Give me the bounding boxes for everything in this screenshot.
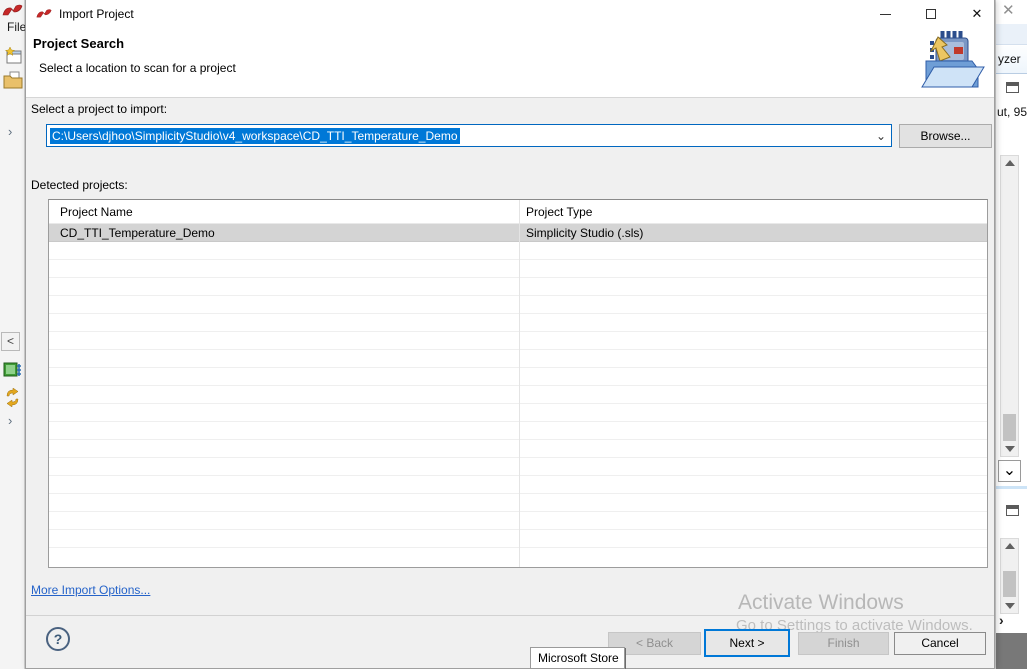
refresh-arrows-icon[interactable]	[4, 388, 21, 407]
toolbar-band	[996, 24, 1027, 45]
empty-table-row	[49, 260, 987, 278]
vertical-scrollbar[interactable]	[1000, 155, 1019, 457]
import-path-label: Select a project to import:	[31, 102, 167, 116]
next-button[interactable]: Next >	[704, 629, 790, 657]
scroll-up-icon[interactable]	[1005, 160, 1015, 166]
panel-separator	[996, 486, 1027, 489]
activate-windows-watermark: Activate Windows	[738, 591, 904, 615]
empty-table-row	[49, 404, 987, 422]
empty-table-row	[49, 368, 987, 386]
column-header-project-name[interactable]: Project Name	[49, 200, 519, 223]
dialog-app-icon	[36, 8, 52, 21]
close-button[interactable]: ✕	[954, 0, 1000, 28]
dialog-titlebar[interactable]: Import Project ✕	[26, 0, 994, 28]
projects-table-body: CD_TTI_Temperature_DemoSimplicity Studio…	[49, 224, 987, 548]
page-title: Project Search	[33, 36, 124, 51]
import-project-dialog: Import Project ✕ Project Search Select a…	[25, 0, 995, 669]
collapse-right-icon[interactable]: ›	[8, 124, 12, 139]
screen: File › < › ✕ yzer ut, 954	[0, 0, 1027, 669]
device-chip-icon[interactable]	[3, 360, 22, 381]
minimize-button[interactable]	[862, 0, 908, 28]
background-app-left-panel: File › < ›	[0, 0, 25, 669]
maximize-button[interactable]	[908, 0, 954, 28]
maximize-icon	[926, 9, 936, 19]
app-logo-icon	[2, 3, 23, 20]
collapse-right-icon[interactable]: ›	[8, 413, 12, 428]
minimize-icon	[880, 14, 891, 15]
project-name-cell[interactable]: CD_TTI_Temperature_Demo	[49, 224, 519, 241]
background-app-right-panel: ✕ yzer ut, 954 ⌄ ›	[995, 0, 1027, 669]
scroll-down-icon[interactable]	[1005, 446, 1015, 452]
expand-right-icon[interactable]: ›	[999, 612, 1004, 628]
microsoft-store-tooltip: Microsoft Store	[530, 647, 625, 669]
empty-table-row	[49, 242, 987, 260]
vertical-scrollbar[interactable]	[1000, 538, 1019, 614]
table-row[interactable]: CD_TTI_Temperature_DemoSimplicity Studio…	[49, 224, 987, 242]
browse-button[interactable]: Browse...	[899, 124, 992, 148]
empty-table-row	[49, 332, 987, 350]
help-button[interactable]: ?	[46, 627, 70, 651]
chevron-down-icon[interactable]: ⌄	[871, 129, 891, 143]
empty-table-row	[49, 350, 987, 368]
import-project-icon	[914, 31, 988, 95]
file-menu[interactable]: File	[7, 20, 26, 34]
button-bar-separator	[26, 615, 994, 616]
more-import-options-link[interactable]: More Import Options...	[31, 583, 150, 597]
scroll-thumb[interactable]	[1003, 414, 1016, 441]
bottom-panel-block	[996, 633, 1027, 669]
empty-table-row	[49, 422, 987, 440]
status-text-fragment: ut, 954	[997, 105, 1027, 119]
minimize-view-icon[interactable]	[1006, 82, 1019, 93]
dialog-title: Import Project	[59, 7, 134, 21]
new-window-icon[interactable]	[5, 47, 23, 64]
scroll-down-icon[interactable]	[1005, 603, 1015, 609]
detected-projects-table[interactable]: Project Name Project Type CD_TTI_Tempera…	[48, 199, 988, 568]
app-close-icon[interactable]: ✕	[1002, 1, 1015, 19]
empty-table-row	[49, 386, 987, 404]
empty-table-row	[49, 512, 987, 530]
cancel-button[interactable]: Cancel	[894, 632, 986, 655]
empty-table-row	[49, 278, 987, 296]
empty-table-row	[49, 494, 987, 512]
combo-dropdown-fragment[interactable]: ⌄	[998, 460, 1021, 482]
scroll-up-icon[interactable]	[1005, 543, 1015, 549]
dialog-header: Project Search Select a location to scan…	[26, 28, 994, 98]
collapse-left-button[interactable]: <	[1, 332, 20, 351]
finish-button[interactable]: Finish	[798, 632, 889, 655]
project-path-combobox[interactable]: C:\Users\djhoo\SimplicityStudio\v4_works…	[46, 124, 892, 147]
empty-table-row	[49, 296, 987, 314]
empty-table-row	[49, 440, 987, 458]
column-header-project-type[interactable]: Project Type	[519, 200, 987, 223]
empty-table-row	[49, 458, 987, 476]
scroll-thumb[interactable]	[1003, 571, 1016, 597]
project-path-value[interactable]: C:\Users\djhoo\SimplicityStudio\v4_works…	[50, 128, 460, 144]
table-header-row: Project Name Project Type	[49, 200, 987, 224]
empty-table-row	[49, 314, 987, 332]
detected-projects-label: Detected projects:	[31, 178, 128, 192]
folder-copy-icon[interactable]	[3, 70, 23, 89]
empty-table-row	[49, 476, 987, 494]
project-type-cell[interactable]: Simplicity Studio (.sls)	[519, 224, 987, 241]
minimize-view-icon[interactable]	[1006, 505, 1019, 516]
empty-table-row	[49, 530, 987, 548]
analyzer-tab-fragment[interactable]: yzer	[996, 46, 1027, 74]
page-subtitle: Select a location to scan for a project	[39, 61, 236, 75]
column-divider	[519, 200, 520, 568]
